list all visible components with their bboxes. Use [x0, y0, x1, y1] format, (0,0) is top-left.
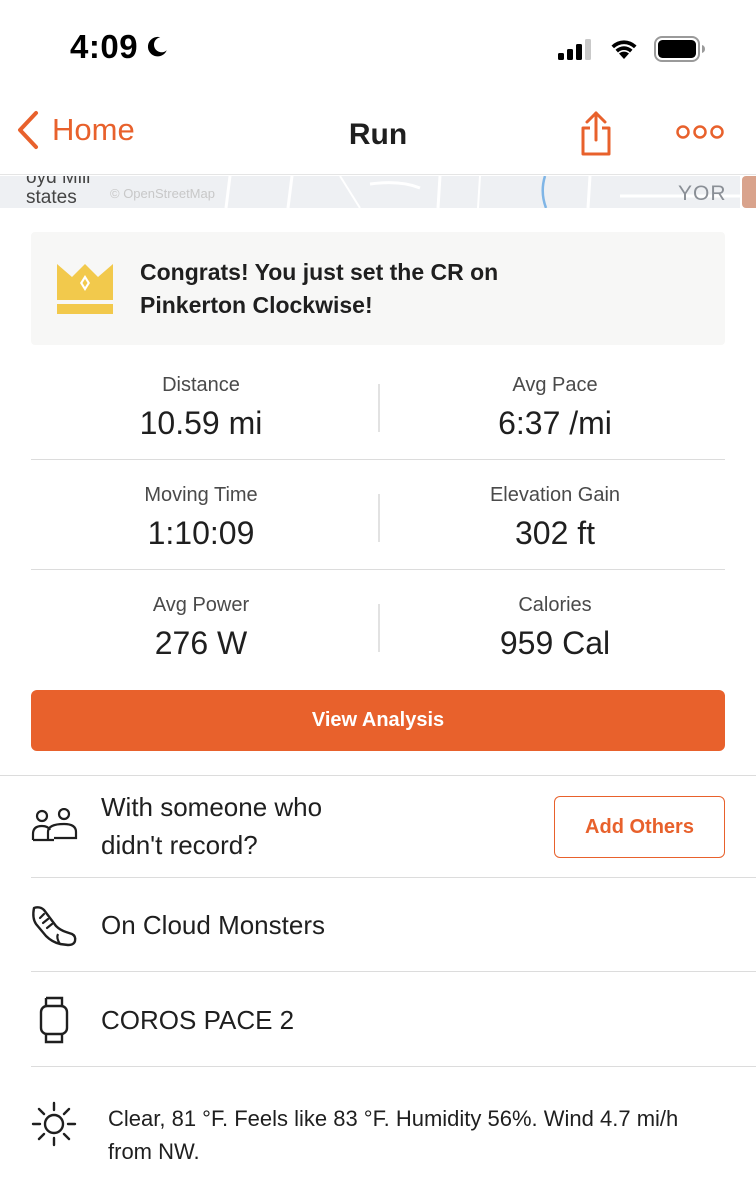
- photo-thumbnail[interactable]: [742, 176, 756, 208]
- stat-value: 276 W: [154, 625, 248, 661]
- stat-label: Moving Time: [144, 484, 258, 506]
- sun-icon: [31, 1101, 77, 1147]
- with-others-line-1: With someone who: [101, 792, 323, 822]
- device-name: COROS PACE 2: [101, 1005, 295, 1035]
- crown-icon: [57, 264, 113, 314]
- stat-avg-pace: Avg Pace 6:37 /mi: [378, 374, 732, 442]
- achievement-line-1: Congrats! You just set the CR on: [140, 259, 499, 285]
- status-bar: 4:09: [0, 0, 756, 100]
- stats-row: Distance 10.59 mi Avg Pace 6:37 /mi: [31, 350, 725, 460]
- stat-avg-power: Avg Power 276 W: [31, 594, 371, 662]
- row-divider: [31, 971, 756, 972]
- row-divider: [31, 877, 756, 878]
- stat-label: Elevation Gain: [489, 484, 621, 506]
- stat-value: 10.59 mi: [139, 405, 263, 441]
- stat-label: Distance: [162, 374, 240, 396]
- status-time: 4:09: [70, 28, 170, 66]
- share-icon[interactable]: [578, 110, 614, 158]
- stat-moving-time: Moving Time 1:10:09: [31, 484, 371, 552]
- stat-value: 1:10:09: [147, 515, 255, 551]
- stats-row: Moving Time 1:10:09 Elevation Gain 302 f…: [31, 460, 725, 570]
- with-others-line-2: didn't record?: [101, 830, 258, 860]
- stat-value: 6:37 /mi: [498, 405, 612, 441]
- weather-text: Clear, 81 °F. Feels like 83 °F. Humidity…: [108, 1106, 679, 1164]
- stats-row: Avg Power 276 W Calories 959 Cal: [31, 570, 725, 680]
- add-others-button[interactable]: Add Others: [554, 796, 725, 858]
- page-title: Run: [348, 118, 408, 151]
- achievement-line-2: Pinkerton Clockwise!: [140, 292, 373, 318]
- achievement-banner[interactable]: Congrats! You just set the CR on Pinkert…: [31, 232, 725, 345]
- shoe-icon: [32, 906, 77, 947]
- nav-bar: Home Run: [0, 100, 756, 175]
- cellular-signal-icon: [558, 39, 591, 60]
- map-corner-label: YOR: [678, 182, 727, 205]
- watch-icon: [39, 996, 69, 1044]
- stat-label: Avg Pace: [512, 374, 598, 396]
- stats-grid: Distance 10.59 mi Avg Pace 6:37 /mi Movi…: [31, 350, 725, 680]
- achievement-text: Congrats! You just set the CR on Pinkert…: [140, 256, 498, 322]
- status-icons: [558, 36, 706, 62]
- map-place-label-2: states: [26, 187, 77, 208]
- section-divider: [0, 775, 756, 776]
- group-people-icon: [31, 808, 78, 842]
- stat-value: 959 Cal: [499, 625, 611, 661]
- stat-value: 302 ft: [514, 515, 596, 551]
- with-others-text: With someone who didn't record?: [101, 788, 322, 864]
- shoe-name: On Cloud Monsters: [101, 910, 325, 940]
- moon-icon: [147, 36, 167, 57]
- map-place-label-1: oyd Mill: [26, 176, 91, 188]
- route-map[interactable]: oyd Mill states © OpenStreetMap YOR: [0, 176, 740, 208]
- stat-calories: Calories 959 Cal: [378, 594, 732, 662]
- more-options-icon[interactable]: [676, 124, 724, 140]
- stat-label: Avg Power: [152, 594, 250, 616]
- stat-distance: Distance 10.59 mi: [31, 374, 371, 442]
- view-analysis-button[interactable]: View Analysis: [31, 690, 725, 751]
- wifi-icon: [611, 40, 637, 59]
- clock-text: 4:09: [70, 28, 139, 65]
- stat-label: Calories: [518, 594, 592, 616]
- stat-elevation-gain: Elevation Gain 302 ft: [378, 484, 732, 552]
- battery-icon: [654, 36, 705, 62]
- row-divider: [31, 1066, 756, 1067]
- map-credit: © OpenStreetMap: [110, 186, 215, 201]
